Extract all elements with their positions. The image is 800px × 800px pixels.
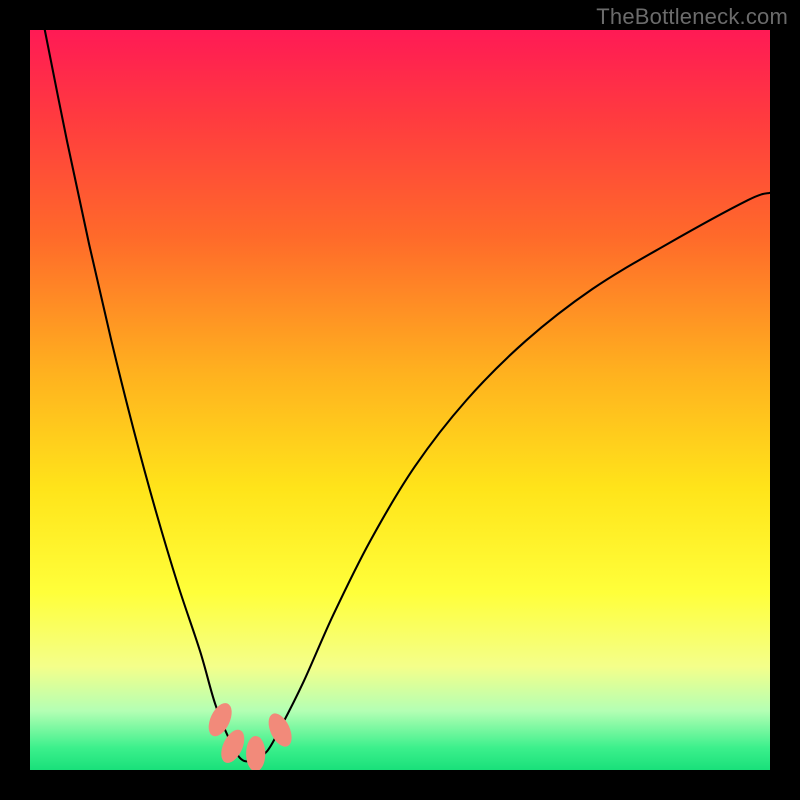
bottleneck-chart [30,30,770,770]
plot-area [30,30,770,770]
gradient-background [30,30,770,770]
chart-frame: TheBottleneck.com [0,0,800,800]
highlight-marker [246,736,265,770]
attribution-label: TheBottleneck.com [596,4,788,30]
